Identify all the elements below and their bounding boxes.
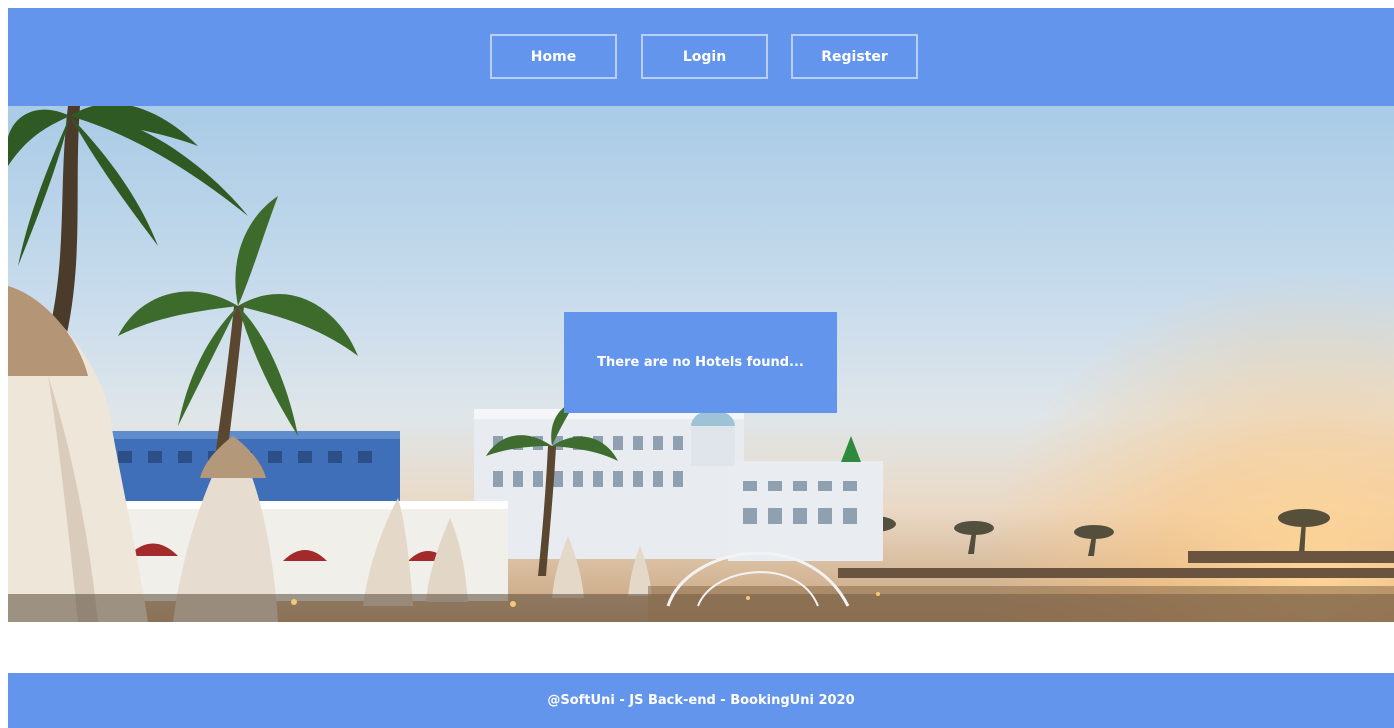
hotel-building xyxy=(474,409,883,561)
footer: @SoftUni - JS Back-end - BookingUni 2020 xyxy=(8,673,1394,728)
hero-banner-image: There are no Hotels found... xyxy=(8,106,1394,622)
nav-register-button[interactable]: Register xyxy=(791,34,918,79)
footer-text: @SoftUni - JS Back-end - BookingUni 2020 xyxy=(547,693,855,708)
navbar: Home Login Register xyxy=(8,8,1394,106)
no-hotels-message: There are no Hotels found... xyxy=(564,312,837,413)
page: Home Login Register There are no Hotels … xyxy=(0,0,1394,728)
nav-login-button[interactable]: Login xyxy=(641,34,768,79)
nav-home-button[interactable]: Home xyxy=(490,34,617,79)
